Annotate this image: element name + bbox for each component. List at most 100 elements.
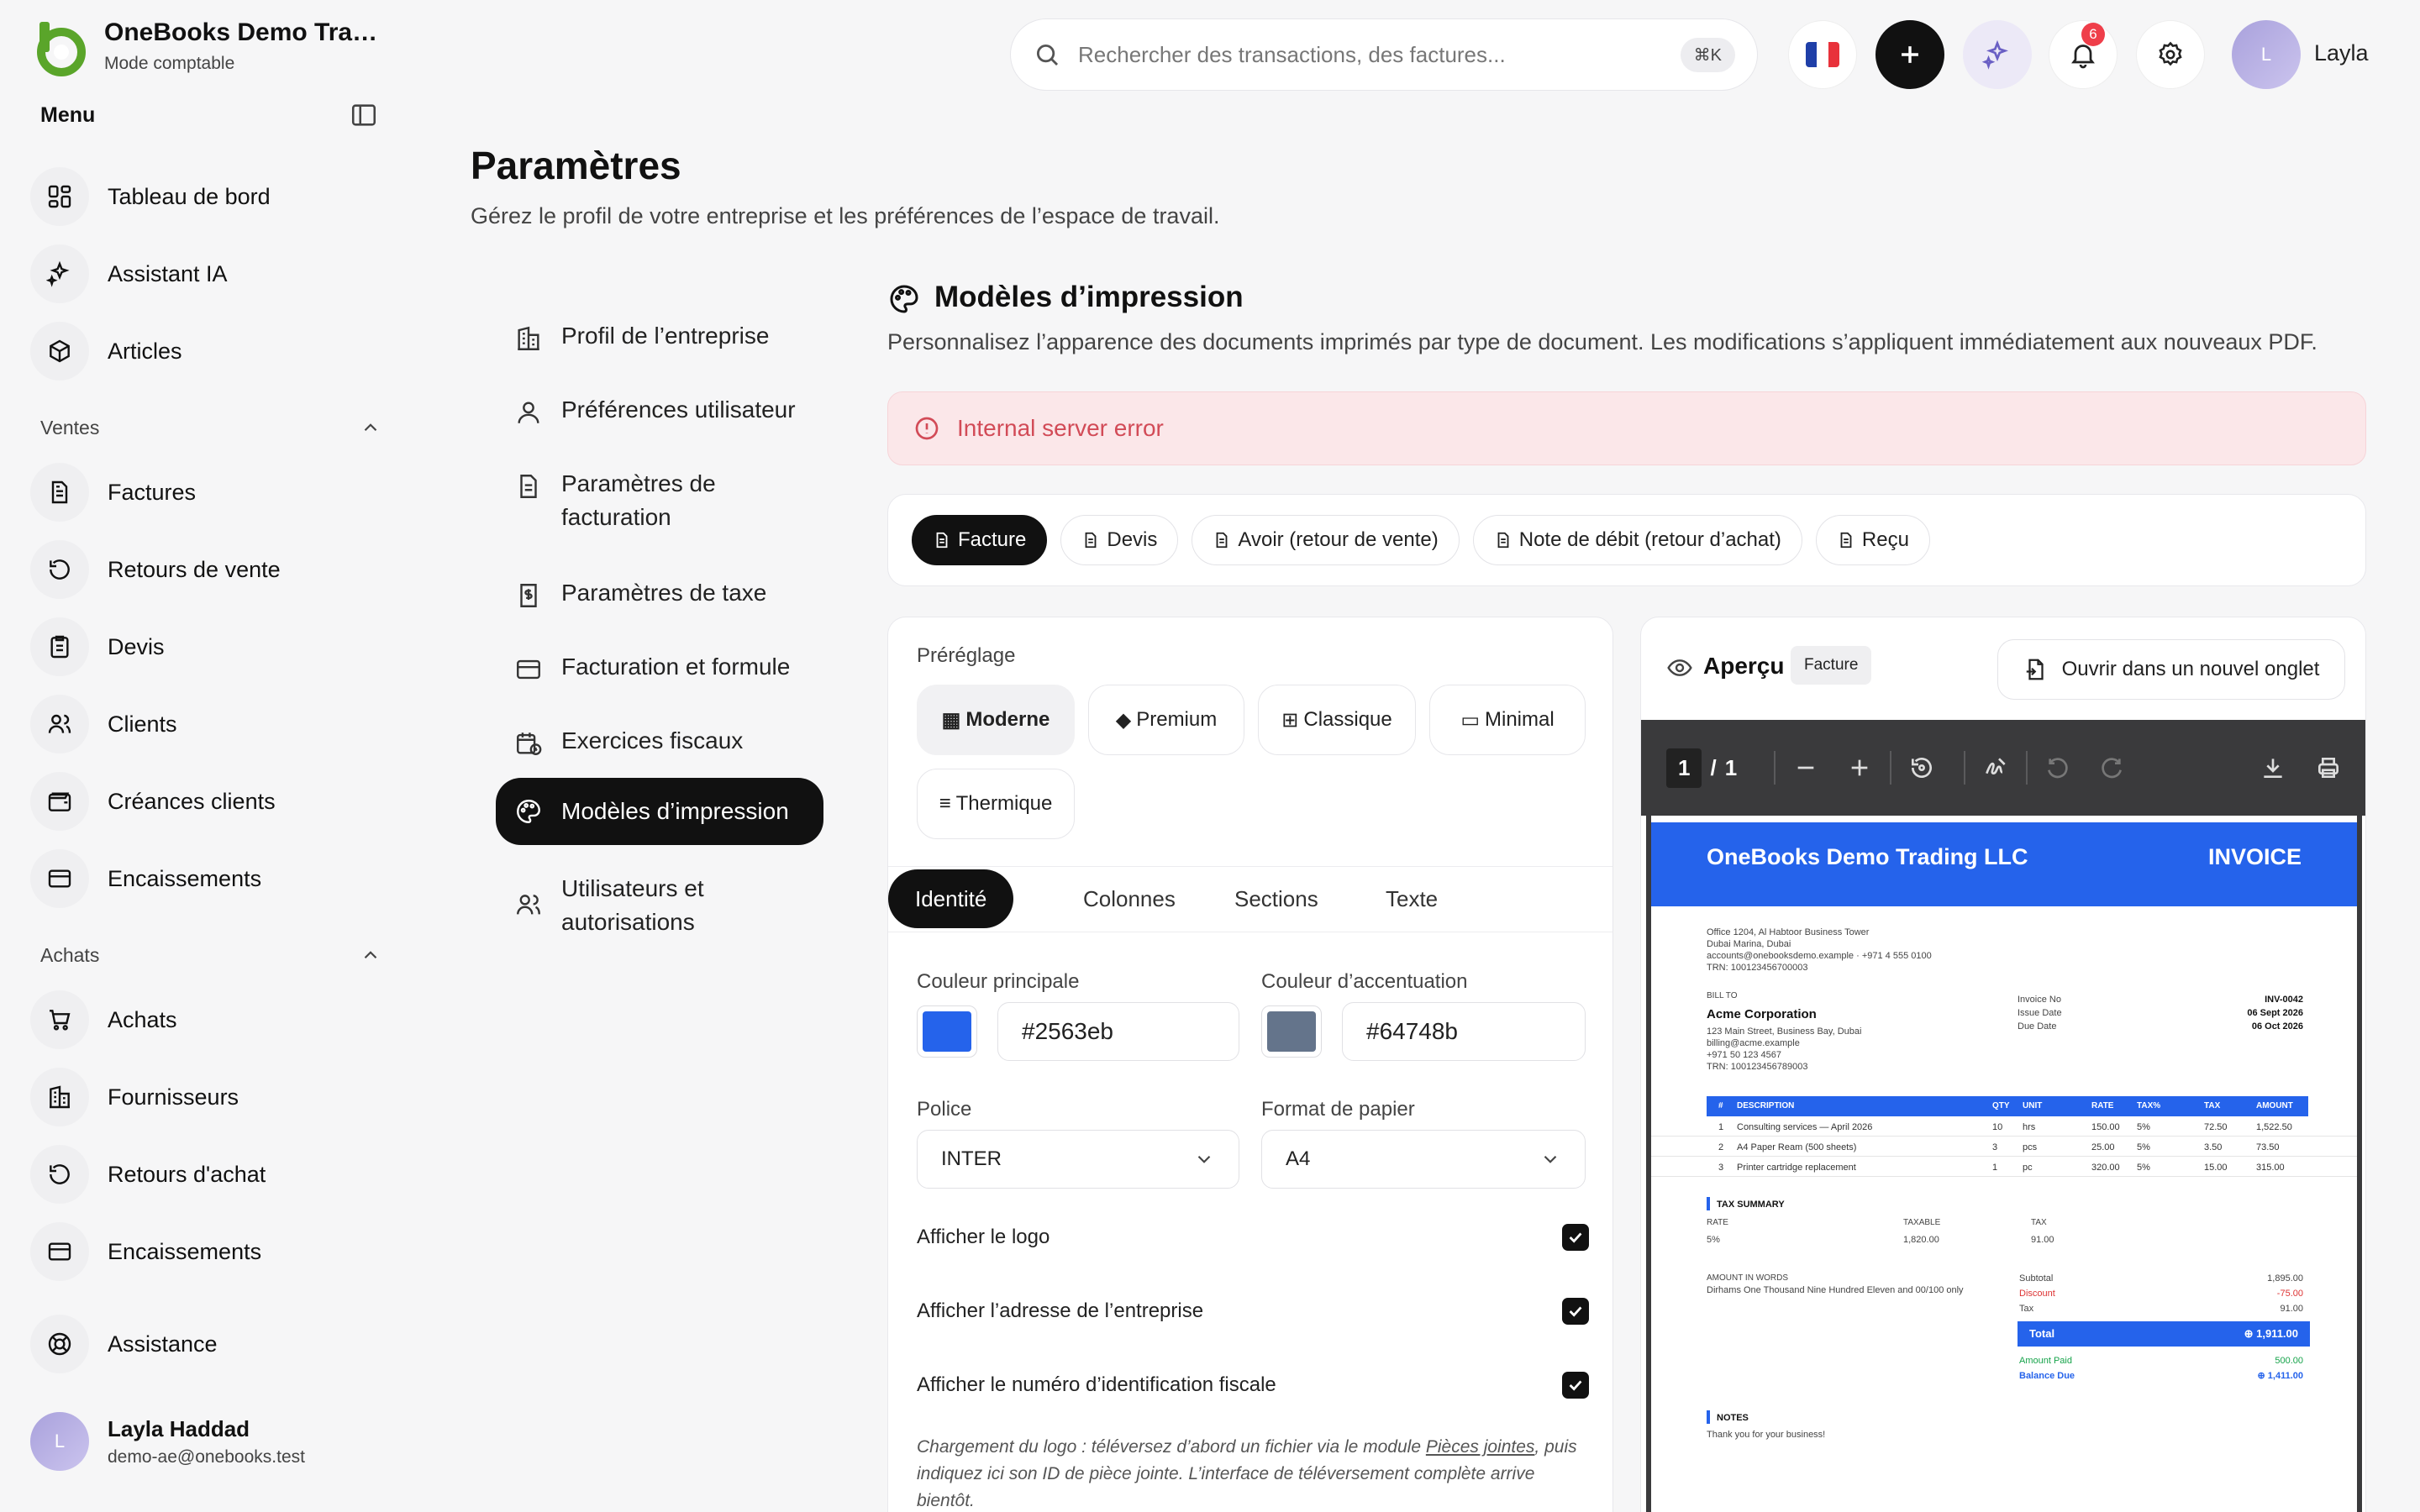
language-button[interactable] bbox=[1788, 20, 1857, 89]
sidebar-item-ai-assistant[interactable]: Assistant IA bbox=[30, 244, 383, 304]
show-address-checkbox[interactable] bbox=[1562, 1298, 1589, 1325]
sidebar-item-purchase-returns[interactable]: Retours d'achat bbox=[30, 1144, 383, 1205]
search-input[interactable] bbox=[1078, 41, 1681, 68]
accent-color-input[interactable]: #64748b bbox=[1342, 1002, 1586, 1061]
table-header-cell: AMOUNT bbox=[2256, 1101, 2293, 1110]
undo-icon[interactable] bbox=[2044, 754, 2071, 781]
sidebar-item-support[interactable]: Assistance bbox=[30, 1314, 383, 1374]
preset-label: Préréglage bbox=[917, 644, 1016, 667]
sidebar-item-suppliers[interactable]: Fournisseurs bbox=[30, 1067, 383, 1127]
preset-minimal[interactable]: ▭ Minimal bbox=[1429, 685, 1586, 755]
download-icon[interactable] bbox=[2260, 754, 2286, 781]
settings-nav-user-preferences[interactable]: Préférences utilisateur bbox=[496, 386, 823, 433]
settings-nav-fiscal-years[interactable]: Exercices fiscaux bbox=[496, 717, 823, 764]
purchases-section-title[interactable]: Achats bbox=[40, 944, 99, 967]
avatar[interactable]: L bbox=[2232, 20, 2301, 89]
tab-quote[interactable]: Devis bbox=[1060, 515, 1179, 565]
notifications-button[interactable]: 6 bbox=[2049, 20, 2118, 89]
tab-columns[interactable]: Colonnes bbox=[1056, 869, 1202, 928]
brand-logo-icon[interactable] bbox=[32, 18, 91, 77]
print-icon[interactable] bbox=[2315, 754, 2342, 781]
show-logo-checkbox[interactable] bbox=[1562, 1224, 1589, 1251]
preset-modern[interactable]: ▦ Moderne bbox=[917, 685, 1075, 755]
tab-invoice[interactable]: Facture bbox=[912, 515, 1048, 565]
sidebar-collapse-icon[interactable] bbox=[350, 101, 378, 129]
balance-due-value: ⊕ 1,411.00 bbox=[2257, 1371, 2303, 1381]
french-flag-icon bbox=[1806, 42, 1839, 67]
lines-icon: ≡ bbox=[939, 792, 951, 815]
sidebar-item-sales-returns[interactable]: Retours de vente bbox=[30, 539, 383, 600]
open-new-tab-button[interactable]: Ouvrir dans un nouvel onglet bbox=[1997, 639, 2345, 700]
tab-debit-note[interactable]: Note de débit (retour d’achat) bbox=[1472, 515, 1802, 565]
balance-due-label: Balance Due bbox=[2019, 1371, 2075, 1381]
attachments-link[interactable]: Pièces jointes bbox=[1426, 1437, 1535, 1457]
settings-nav-billing-plan[interactable]: Facturation et formule bbox=[496, 643, 823, 690]
preset-thermal[interactable]: ≡ Thermique bbox=[917, 769, 1075, 839]
font-select[interactable]: INTER bbox=[917, 1130, 1239, 1189]
show-tax-id-checkbox[interactable] bbox=[1562, 1372, 1589, 1399]
primary-color-input[interactable]: #2563eb bbox=[997, 1002, 1239, 1061]
preset-premium[interactable]: ◆ Premium bbox=[1088, 685, 1244, 755]
check-icon bbox=[1569, 1306, 1582, 1317]
sidebar-item-label: Clients bbox=[108, 711, 177, 737]
draw-icon[interactable] bbox=[1982, 754, 2009, 781]
font-label: Police bbox=[917, 1098, 972, 1121]
quote-icon bbox=[30, 617, 89, 676]
settings-nav-billing-settings[interactable]: Paramètres de facturation bbox=[496, 460, 765, 541]
settings-nav-label: Préférences utilisateur bbox=[561, 396, 796, 423]
accent-color-swatch[interactable] bbox=[1261, 1005, 1322, 1058]
preset-label: Classique bbox=[1303, 708, 1392, 731]
search-bar[interactable]: ⌘K bbox=[1010, 18, 1758, 91]
tax-col: TAXABLE bbox=[1903, 1218, 1941, 1227]
tab-label: Reçu bbox=[1861, 528, 1909, 551]
sidebar-item-clients[interactable]: Clients bbox=[30, 694, 383, 754]
sidebar-item-purchase-payments[interactable]: Encaissements bbox=[30, 1221, 383, 1282]
settings-nav-tax-settings[interactable]: Paramètres de taxe bbox=[496, 570, 823, 617]
tab-identity[interactable]: Identité bbox=[888, 869, 1014, 928]
chevron-up-icon[interactable] bbox=[360, 417, 381, 438]
sidebar-item-collections[interactable]: Encaissements bbox=[30, 848, 383, 909]
create-button[interactable] bbox=[1876, 20, 1944, 89]
paper-size-label: Format de papier bbox=[1261, 1098, 1415, 1121]
subtotal-label: Subtotal bbox=[2019, 1273, 2054, 1284]
sales-section-title[interactable]: Ventes bbox=[40, 417, 99, 439]
redo-icon[interactable] bbox=[2098, 754, 2125, 781]
meta-value: 06 Sept 2026 bbox=[2247, 1008, 2303, 1018]
tab-receipt[interactable]: Reçu bbox=[1815, 515, 1930, 565]
settings-button[interactable] bbox=[2136, 20, 2205, 89]
table-cell: 15.00 bbox=[2204, 1163, 2228, 1173]
tax-col: TAX bbox=[2031, 1218, 2047, 1227]
rectangle-icon: ▭ bbox=[1460, 708, 1480, 732]
paper-size-select[interactable]: A4 bbox=[1261, 1130, 1586, 1189]
section-title: Modèles d’impression bbox=[934, 281, 1244, 313]
sidebar-item-quotes[interactable]: Devis bbox=[30, 617, 383, 677]
settings-nav-print-templates[interactable]: Modèles d’impression bbox=[496, 778, 823, 845]
ai-button[interactable] bbox=[1963, 20, 2032, 89]
primary-color-swatch[interactable] bbox=[917, 1005, 977, 1058]
tab-credit-note[interactable]: Avoir (retour de vente) bbox=[1192, 515, 1460, 565]
users-icon bbox=[514, 890, 543, 919]
zoom-out-icon[interactable] bbox=[1792, 754, 1819, 781]
page-number-input[interactable]: 1 bbox=[1666, 748, 1702, 788]
settings-nav-company-profile[interactable]: Profil de l’entreprise bbox=[496, 312, 823, 360]
sidebar-item-purchases[interactable]: Achats bbox=[30, 990, 383, 1050]
settings-nav-users-permissions[interactable]: Utilisateurs et autorisations bbox=[496, 865, 765, 946]
dashboard-icon bbox=[30, 167, 89, 226]
chevron-up-icon[interactable] bbox=[360, 944, 381, 966]
calendar-icon bbox=[514, 729, 543, 758]
tax-val: 91.00 bbox=[2031, 1235, 2054, 1245]
preset-classic[interactable]: ⊞ Classique bbox=[1258, 685, 1416, 755]
sidebar-item-dashboard[interactable]: Tableau de bord bbox=[30, 166, 383, 227]
sidebar-item-invoices[interactable]: Factures bbox=[30, 462, 383, 522]
sidebar-item-receivables[interactable]: Créances clients bbox=[30, 771, 383, 832]
meta-label: Due Date bbox=[2018, 1021, 2057, 1032]
zoom-in-icon[interactable] bbox=[1846, 754, 1873, 781]
rotate-icon[interactable] bbox=[1908, 754, 1935, 781]
tab-sections[interactable]: Sections bbox=[1207, 869, 1345, 928]
sidebar-item-label: Devis bbox=[108, 633, 165, 659]
sidebar-item-articles[interactable]: Articles bbox=[30, 321, 383, 381]
user-profile-card[interactable]: L Layla Haddad demo-ae@onebooks.test bbox=[30, 1408, 383, 1475]
top-user-name[interactable]: Layla bbox=[2314, 40, 2369, 66]
tab-text[interactable]: Texte bbox=[1359, 869, 1465, 928]
tax-total-value: 91.00 bbox=[2280, 1304, 2303, 1314]
